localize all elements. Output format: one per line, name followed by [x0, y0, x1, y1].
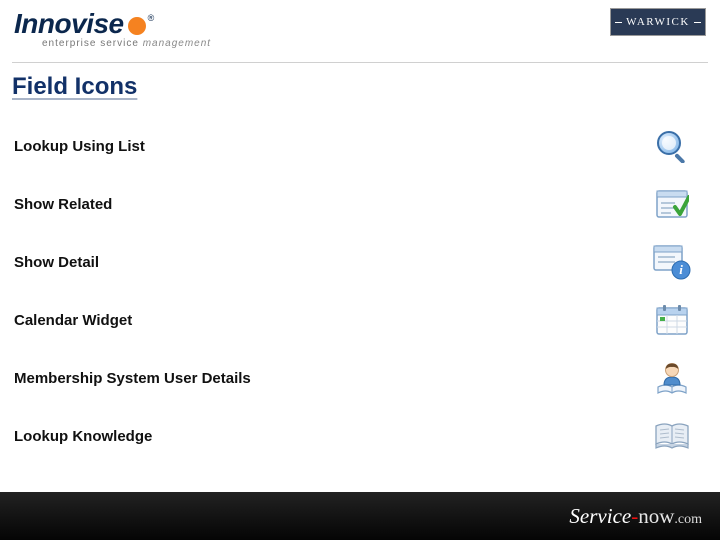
page-title: Field Icons: [0, 63, 720, 107]
servicenow-logo: Service-now.com: [569, 504, 702, 529]
list-item: Show Related: [14, 175, 692, 233]
innovise-logo: Innovise ® enterprise service management: [14, 8, 211, 49]
list-item: Membership System User Details: [14, 349, 692, 407]
footer-bar: Service-now.com: [0, 492, 720, 540]
knowledge-book-icon: [652, 416, 692, 456]
list-item: Lookup Using List: [14, 117, 692, 175]
row-label: Show Related: [14, 196, 112, 213]
list-item: Calendar Widget: [14, 291, 692, 349]
warwick-badge: WARWICK: [610, 8, 706, 36]
row-label: Lookup Using List: [14, 138, 145, 155]
logo-word: Innovise: [14, 8, 124, 40]
svg-text:i: i: [679, 262, 683, 277]
list-item: Show Detail i: [14, 233, 692, 291]
related-check-icon: [652, 184, 692, 224]
sn-now: now: [638, 504, 674, 528]
badge-line-icon: [694, 22, 701, 23]
magnifier-icon: [652, 126, 692, 166]
field-icon-list: Lookup Using List Show Related: [0, 107, 720, 465]
detail-info-icon: i: [652, 242, 692, 282]
header-bar: Innovise ® enterprise service management…: [0, 0, 720, 62]
sn-com: .com: [674, 512, 702, 527]
calendar-icon: [652, 300, 692, 340]
warwick-text: WARWICK: [626, 16, 690, 28]
list-item: Lookup Knowledge: [14, 407, 692, 465]
badge-line-icon: [615, 22, 622, 23]
user-book-icon: [652, 358, 692, 398]
sn-service: Service: [569, 504, 631, 528]
logo-orange-dot-icon: [128, 17, 146, 35]
row-label: Membership System User Details: [14, 370, 251, 387]
row-label: Calendar Widget: [14, 312, 132, 329]
row-label: Lookup Knowledge: [14, 428, 152, 445]
registered-mark-icon: ®: [148, 13, 155, 23]
tagline-suffix: management: [143, 38, 211, 49]
logo-main: Innovise ®: [14, 8, 211, 40]
tagline-prefix: enterprise service: [42, 38, 143, 49]
logo-tagline: enterprise service management: [42, 38, 211, 49]
row-label: Show Detail: [14, 254, 99, 271]
